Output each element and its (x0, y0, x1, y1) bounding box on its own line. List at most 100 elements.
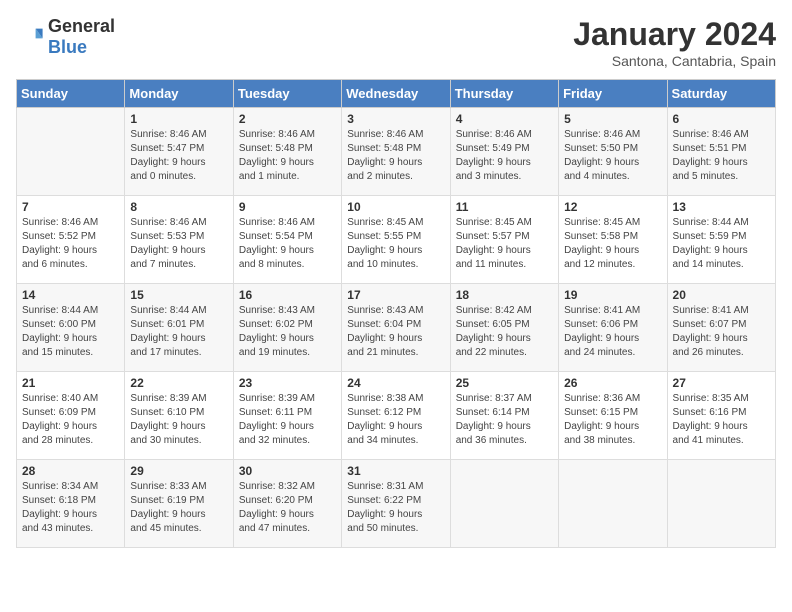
calendar-cell (667, 460, 775, 548)
header-thursday: Thursday (450, 80, 558, 108)
cell-info: Sunrise: 8:44 AM Sunset: 6:00 PM Dayligh… (22, 304, 119, 360)
day-number: 15 (130, 288, 227, 302)
cell-info: Sunrise: 8:46 AM Sunset: 5:49 PM Dayligh… (456, 128, 553, 184)
day-number: 19 (564, 288, 661, 302)
calendar-cell: 2 Sunrise: 8:46 AM Sunset: 5:48 PM Daylig… (233, 108, 341, 196)
cell-info: Sunrise: 8:46 AM Sunset: 5:50 PM Dayligh… (564, 128, 661, 184)
cell-info: Sunrise: 8:46 AM Sunset: 5:48 PM Dayligh… (239, 128, 336, 184)
calendar-cell: 4 Sunrise: 8:46 AM Sunset: 5:49 PM Daylig… (450, 108, 558, 196)
cell-info: Sunrise: 8:39 AM Sunset: 6:10 PM Dayligh… (130, 392, 227, 448)
calendar-cell: 29Sunrise: 8:33 AM Sunset: 6:19 PM Dayli… (125, 460, 233, 548)
cell-info: Sunrise: 8:46 AM Sunset: 5:53 PM Dayligh… (130, 216, 227, 272)
title-area: January 2024 Santona, Cantabria, Spain (573, 16, 776, 69)
day-number: 30 (239, 464, 336, 478)
weekday-header-row: Sunday Monday Tuesday Wednesday Thursday… (17, 80, 776, 108)
day-number: 13 (673, 200, 770, 214)
month-title: January 2024 (573, 16, 776, 53)
calendar-cell: 22 Sunrise: 8:39 AM Sunset: 6:10 PM Dayli… (125, 372, 233, 460)
calendar-cell: 14 Sunrise: 8:44 AM Sunset: 6:00 PM Dayli… (17, 284, 125, 372)
cell-info: Sunrise: 8:43 AM Sunset: 6:04 PM Dayligh… (347, 304, 444, 360)
header-tuesday: Tuesday (233, 80, 341, 108)
header-saturday: Saturday (667, 80, 775, 108)
day-number: 8 (130, 200, 227, 214)
cell-info: Sunrise: 8:37 AM Sunset: 6:14 PM Dayligh… (456, 392, 553, 448)
calendar-cell: 17 Sunrise: 8:43 AM Sunset: 6:04 PM Dayli… (342, 284, 450, 372)
calendar-cell: 21 Sunrise: 8:40 AM Sunset: 6:09 PM Dayli… (17, 372, 125, 460)
calendar-cell: 8 Sunrise: 8:46 AM Sunset: 5:53 PM Daylig… (125, 196, 233, 284)
calendar-cell: 18Sunrise: 8:42 AM Sunset: 6:05 PM Dayli… (450, 284, 558, 372)
calendar-row-0: 1Sunrise: 8:46 AM Sunset: 5:47 PM Daylig… (17, 108, 776, 196)
header-wednesday: Wednesday (342, 80, 450, 108)
calendar-cell: 13 Sunrise: 8:44 AM Sunset: 5:59 PM Dayli… (667, 196, 775, 284)
calendar-cell: 5 Sunrise: 8:46 AM Sunset: 5:50 PM Daylig… (559, 108, 667, 196)
calendar-cell: 9Sunrise: 8:46 AM Sunset: 5:54 PM Daylig… (233, 196, 341, 284)
cell-info: Sunrise: 8:41 AM Sunset: 6:07 PM Dayligh… (673, 304, 770, 360)
cell-info: Sunrise: 8:33 AM Sunset: 6:19 PM Dayligh… (130, 480, 227, 536)
cell-info: Sunrise: 8:35 AM Sunset: 6:16 PM Dayligh… (673, 392, 770, 448)
day-number: 31 (347, 464, 444, 478)
calendar-cell: 27Sunrise: 8:35 AM Sunset: 6:16 PM Dayli… (667, 372, 775, 460)
cell-info: Sunrise: 8:39 AM Sunset: 6:11 PM Dayligh… (239, 392, 336, 448)
cell-info: Sunrise: 8:32 AM Sunset: 6:20 PM Dayligh… (239, 480, 336, 536)
cell-info: Sunrise: 8:40 AM Sunset: 6:09 PM Dayligh… (22, 392, 119, 448)
calendar-cell: 11Sunrise: 8:45 AM Sunset: 5:57 PM Dayli… (450, 196, 558, 284)
day-number: 16 (239, 288, 336, 302)
day-number: 6 (673, 112, 770, 126)
day-number: 4 (456, 112, 553, 126)
calendar-cell: 3 Sunrise: 8:46 AM Sunset: 5:48 PM Daylig… (342, 108, 450, 196)
location: Santona, Cantabria, Spain (573, 53, 776, 69)
cell-info: Sunrise: 8:44 AM Sunset: 5:59 PM Dayligh… (673, 216, 770, 272)
cell-info: Sunrise: 8:46 AM Sunset: 5:54 PM Dayligh… (239, 216, 336, 272)
day-number: 22 (130, 376, 227, 390)
day-number: 1 (130, 112, 227, 126)
cell-info: Sunrise: 8:38 AM Sunset: 6:12 PM Dayligh… (347, 392, 444, 448)
header-sunday: Sunday (17, 80, 125, 108)
header-monday: Monday (125, 80, 233, 108)
calendar-cell (17, 108, 125, 196)
calendar-cell: 25 Sunrise: 8:37 AM Sunset: 6:14 PM Dayli… (450, 372, 558, 460)
cell-info: Sunrise: 8:42 AM Sunset: 6:05 PM Dayligh… (456, 304, 553, 360)
cell-info: Sunrise: 8:41 AM Sunset: 6:06 PM Dayligh… (564, 304, 661, 360)
day-number: 3 (347, 112, 444, 126)
calendar-cell (450, 460, 558, 548)
day-number: 21 (22, 376, 119, 390)
day-number: 25 (456, 376, 553, 390)
calendar-row-2: 14 Sunrise: 8:44 AM Sunset: 6:00 PM Dayli… (17, 284, 776, 372)
day-number: 11 (456, 200, 553, 214)
calendar-cell: 19 Sunrise: 8:41 AM Sunset: 6:06 PM Dayli… (559, 284, 667, 372)
calendar-table: Sunday Monday Tuesday Wednesday Thursday… (16, 79, 776, 548)
cell-info: Sunrise: 8:46 AM Sunset: 5:48 PM Dayligh… (347, 128, 444, 184)
calendar-cell: 10Sunrise: 8:45 AM Sunset: 5:55 PM Dayli… (342, 196, 450, 284)
cell-info: Sunrise: 8:43 AM Sunset: 6:02 PM Dayligh… (239, 304, 336, 360)
day-number: 5 (564, 112, 661, 126)
calendar-row-4: 28Sunrise: 8:34 AM Sunset: 6:18 PM Dayli… (17, 460, 776, 548)
calendar-cell: 16 Sunrise: 8:43 AM Sunset: 6:02 PM Dayli… (233, 284, 341, 372)
cell-info: Sunrise: 8:44 AM Sunset: 6:01 PM Dayligh… (130, 304, 227, 360)
calendar-cell: 12Sunrise: 8:45 AM Sunset: 5:58 PM Dayli… (559, 196, 667, 284)
calendar-cell: 31 Sunrise: 8:31 AM Sunset: 6:22 PM Dayli… (342, 460, 450, 548)
cell-info: Sunrise: 8:34 AM Sunset: 6:18 PM Dayligh… (22, 480, 119, 536)
calendar-cell: 30 Sunrise: 8:32 AM Sunset: 6:20 PM Dayli… (233, 460, 341, 548)
day-number: 2 (239, 112, 336, 126)
day-number: 26 (564, 376, 661, 390)
cell-info: Sunrise: 8:45 AM Sunset: 5:58 PM Dayligh… (564, 216, 661, 272)
day-number: 17 (347, 288, 444, 302)
day-number: 23 (239, 376, 336, 390)
calendar-cell: 26 Sunrise: 8:36 AM Sunset: 6:15 PM Dayli… (559, 372, 667, 460)
calendar-cell: 1Sunrise: 8:46 AM Sunset: 5:47 PM Daylig… (125, 108, 233, 196)
day-number: 20 (673, 288, 770, 302)
logo-text: General Blue (48, 16, 115, 58)
cell-info: Sunrise: 8:36 AM Sunset: 6:15 PM Dayligh… (564, 392, 661, 448)
calendar-cell: 15 Sunrise: 8:44 AM Sunset: 6:01 PM Dayli… (125, 284, 233, 372)
calendar-cell: 20 Sunrise: 8:41 AM Sunset: 6:07 PM Dayli… (667, 284, 775, 372)
cell-info: Sunrise: 8:31 AM Sunset: 6:22 PM Dayligh… (347, 480, 444, 536)
page-header: General Blue January 2024 Santona, Canta… (16, 16, 776, 69)
day-number: 14 (22, 288, 119, 302)
day-number: 24 (347, 376, 444, 390)
cell-info: Sunrise: 8:46 AM Sunset: 5:51 PM Dayligh… (673, 128, 770, 184)
day-number: 10 (347, 200, 444, 214)
day-number: 7 (22, 200, 119, 214)
calendar-cell: 24 Sunrise: 8:38 AM Sunset: 6:12 PM Dayli… (342, 372, 450, 460)
header-friday: Friday (559, 80, 667, 108)
calendar-cell: 23 Sunrise: 8:39 AM Sunset: 6:11 PM Dayli… (233, 372, 341, 460)
